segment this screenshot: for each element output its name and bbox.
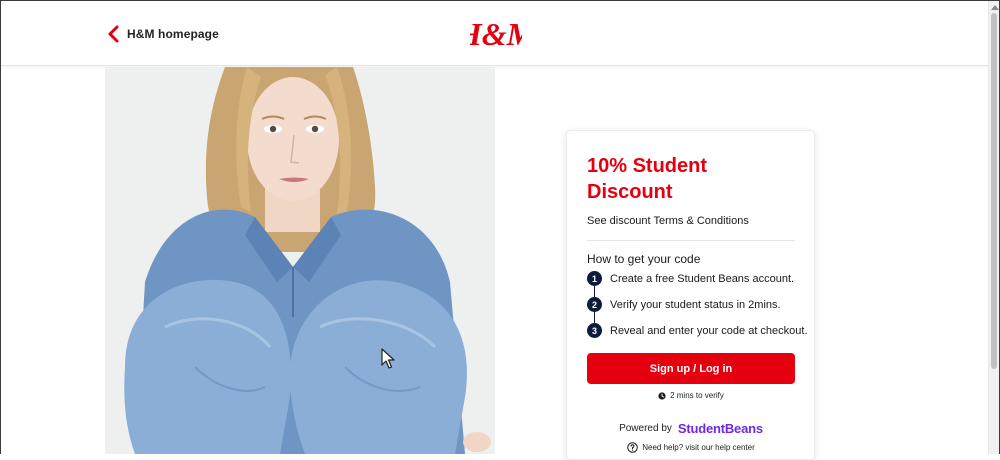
site-header: H&M homepage H&M: [1, 1, 988, 66]
help-text: Need help? visit our help center: [642, 443, 755, 452]
discount-title: 10% Student Discount: [587, 155, 708, 203]
howto-heading: How to get your code: [587, 252, 701, 266]
scrollbar-thumb[interactable]: [991, 13, 997, 369]
back-link-label: H&M homepage: [127, 27, 219, 41]
hm-logo[interactable]: H&M: [470, 15, 522, 53]
step-connector: [594, 286, 595, 297]
svg-text:H&M: H&M: [470, 16, 522, 52]
verify-note-text: 2 mins to verify: [670, 391, 724, 400]
chevron-left-icon: [108, 25, 119, 43]
sign-up-login-button[interactable]: Sign up / Log in: [587, 353, 795, 384]
powered-by-label: Powered by: [619, 423, 672, 434]
powered-by-row: Powered by StudentBeans: [587, 421, 795, 436]
step-number: 2: [587, 297, 602, 312]
step-text: Reveal and enter your code at checkout.: [610, 324, 808, 337]
divider: [587, 240, 795, 241]
verify-time-note: 2 mins to verify: [587, 391, 795, 400]
step-number: 1: [587, 271, 602, 286]
step-number: 3: [587, 323, 602, 338]
step-text: Create a free Student Beans account.: [610, 272, 795, 285]
model-illustration: [105, 67, 495, 454]
terms-link[interactable]: See discount Terms & Conditions: [587, 215, 749, 227]
back-to-homepage-link[interactable]: H&M homepage: [106, 25, 219, 43]
student-discount-card: 10% Student Discount See discount Terms …: [566, 130, 815, 460]
step-1: 1 Create a free Student Beans account.: [587, 271, 794, 286]
scroll-up-arrow[interactable]: [991, 5, 999, 10]
question-circle-icon: [627, 442, 639, 453]
step-connector: [594, 312, 595, 323]
studentbeans-logo[interactable]: StudentBeans: [678, 421, 763, 436]
page-scrollbar[interactable]: [988, 1, 999, 454]
student-model-photo: [105, 67, 495, 454]
mouse-cursor-icon: [381, 348, 395, 369]
step-2: 2 Verify your student status in 2mins.: [587, 297, 781, 312]
help-center-link[interactable]: Need help? visit our help center: [587, 442, 795, 453]
step-text: Verify your student status in 2mins.: [610, 298, 781, 311]
step-3: 3 Reveal and enter your code at checkout…: [587, 323, 808, 338]
clock-icon: [658, 391, 666, 400]
